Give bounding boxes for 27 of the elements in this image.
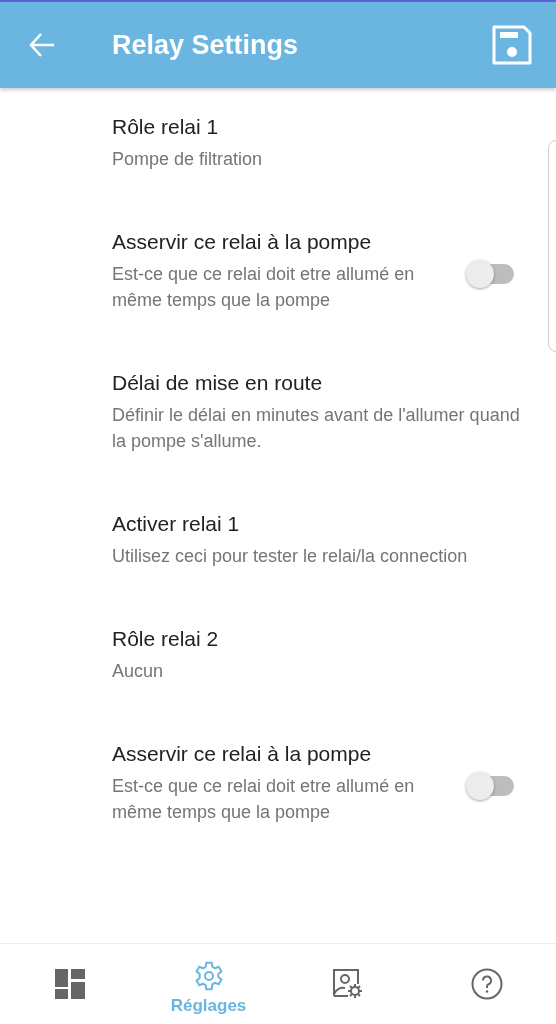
- setting-description: Est-ce que ce relai doit etre allumé en même temps que la pompe: [112, 263, 416, 312]
- back-button[interactable]: [28, 31, 56, 59]
- setting-description: Aucun: [112, 660, 165, 683]
- save-button[interactable]: [492, 25, 532, 65]
- settings-item[interactable]: Asservir ce relai à la pompe Est-ce que ce relai doit etre allumé en même temps que la pompe: [0, 715, 556, 856]
- settings-icon: [192, 960, 225, 992]
- back-arrow-icon: [28, 31, 56, 59]
- screen-title: Relay Settings: [112, 29, 300, 61]
- setting-description: Définir le délai en minutes avant de l'allumer quand la pompe s'allume.: [112, 404, 521, 453]
- setting-title: Asservir ce relai à la pompe: [112, 741, 373, 767]
- photo-gear-icon: [331, 968, 364, 1000]
- setting-description: Pompe de filtration: [112, 148, 264, 171]
- dashboard-icon: [54, 969, 85, 999]
- settings-item[interactable]: Rôle relai 2 Aucun: [0, 600, 556, 715]
- settings-item[interactable]: Rôle relai 1 Pompe de filtration: [0, 88, 556, 203]
- setting-title: Délai de mise en route: [112, 370, 324, 396]
- setting-title: Rôle relai 2: [112, 626, 220, 652]
- save-icon: [492, 25, 532, 65]
- settings-item[interactable]: Activer relai 1 Utilisez ceci pour tester le relai/la connection: [0, 485, 556, 600]
- settings-item[interactable]: Asservir ce relai à la pompe Est-ce que ce relai doit etre allumé en même temps que la pompe: [0, 203, 556, 344]
- settings-item[interactable]: Délai de mise en route Définir le délai en minutes avant de l'allumer quand la pompe s'allume.: [0, 344, 556, 485]
- setting-title: Asservir ce relai à la pompe: [112, 229, 373, 255]
- setting-title: Activer relai 1: [112, 511, 241, 537]
- setting-title: Rôle relai 1: [112, 114, 220, 140]
- setting-description: Utilisez ceci pour tester le relai/la connection: [112, 545, 469, 568]
- setting-description: Est-ce que ce relai doit etre allumé en même temps que la pompe: [112, 775, 416, 824]
- help-icon: [470, 968, 503, 1000]
